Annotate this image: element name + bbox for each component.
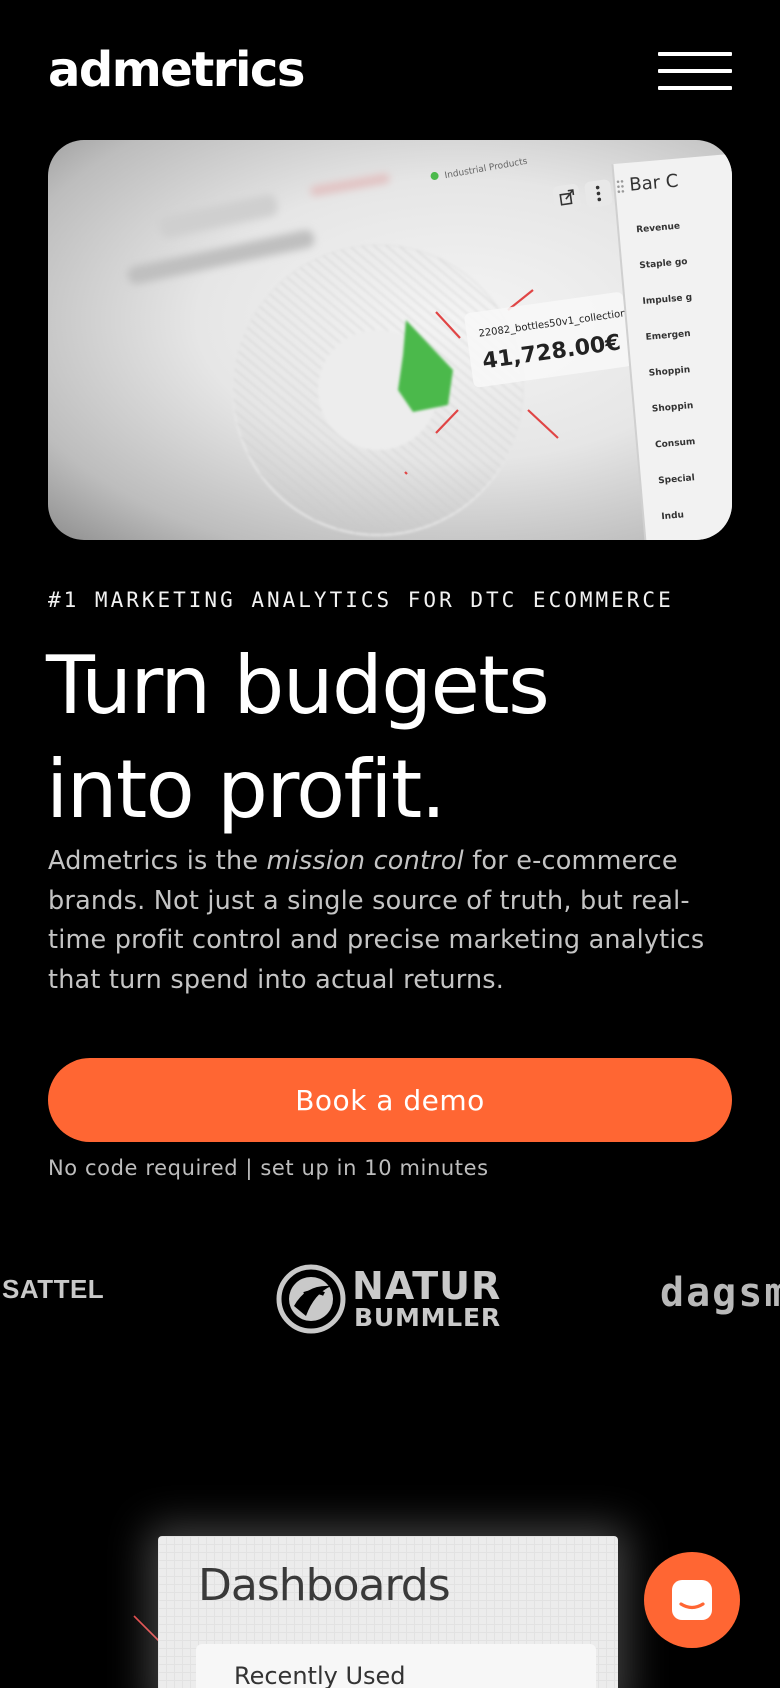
dashboard-preview-subtitle: Recently Used [234,1662,406,1688]
desc-emphasis: mission control [266,846,464,876]
headline-line-1: Turn budgets [46,639,550,732]
hero-dashboard-image: 22082_bottles50v1_collection 41,728.00€ … [48,140,732,540]
hero-description: Admetrics is the mission control for e-c… [48,842,738,1000]
legend-swatch [430,171,439,180]
hamburger-menu-icon[interactable] [658,52,732,92]
side-panel-title: Bar C [628,171,679,196]
client-logo-strip: SATTEL NATUR BUMMLER dagsm [0,1250,780,1340]
brand-logo-sattel: SATTEL [2,1274,105,1304]
menu-bar [658,86,732,90]
dashboard-preview-title: Dashboards [198,1560,451,1611]
chat-launcher-button[interactable] [644,1552,740,1648]
dashboard-preview-card: Dashboards Recently Used [158,1536,618,1688]
donut-chart [232,244,524,536]
brand-name-line-2: BUMMLER [354,1303,501,1332]
hero-eyebrow: #1 MARKETING ANALYTICS FOR DTC ECOMMERCE [48,588,674,612]
hero-dashboard-illustration: 22082_bottles50v1_collection 41,728.00€ … [127,151,732,540]
menu-bar [658,52,732,56]
book-demo-button[interactable]: Book a demo [48,1058,732,1142]
brand-logo-dagsm: dagsm [660,1270,780,1316]
brand-name-line-1: NATUR [352,1264,502,1308]
chat-bubble-icon [672,1580,712,1620]
headline-line-2: into profit. [46,743,446,836]
desc-text-1: Admetrics is the [48,846,267,876]
legend-item: Industrial Products [444,157,529,181]
site-header: admetrics [0,0,780,140]
hero-headline: Turn budgets into profit. [46,634,746,842]
admetrics-logo[interactable]: admetrics [48,42,305,98]
naturbummler-emblem-icon [276,1264,346,1334]
menu-bar [658,69,732,73]
cta-note: No code required | set up in 10 minutes [48,1156,489,1180]
side-panel-item: Indu [661,510,684,522]
